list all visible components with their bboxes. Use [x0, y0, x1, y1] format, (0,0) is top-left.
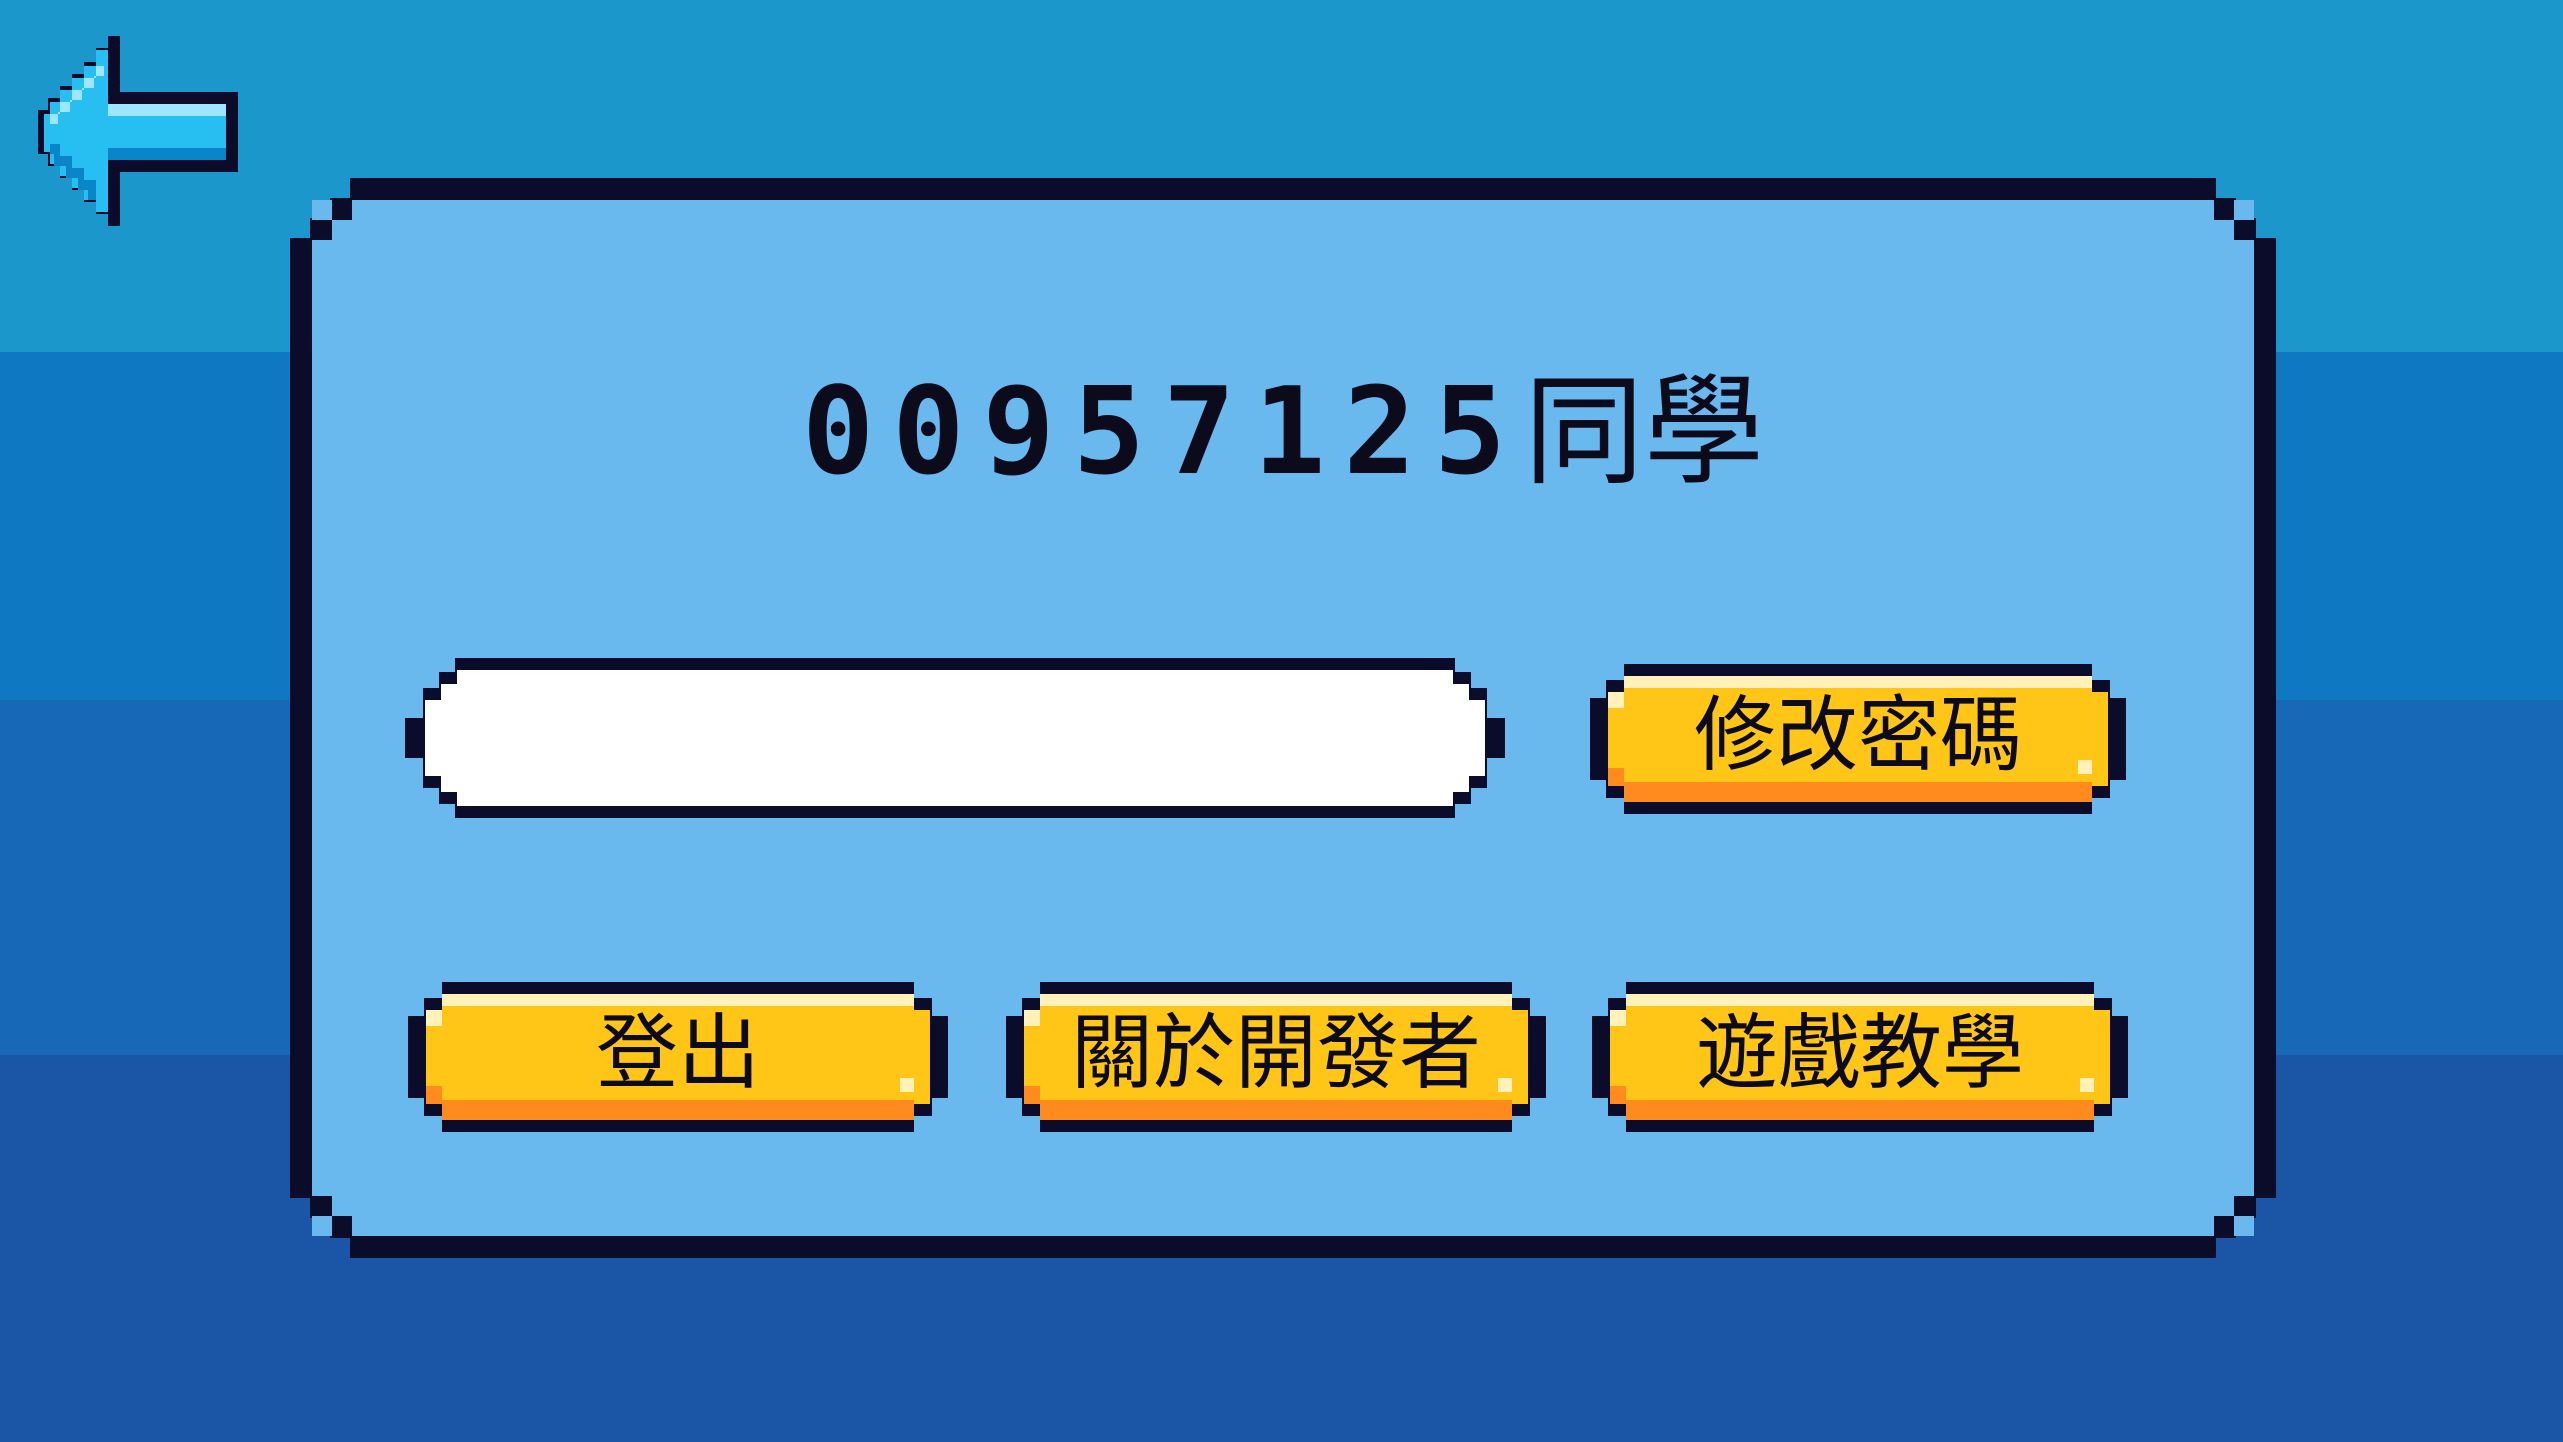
- password-input[interactable]: [445, 688, 1459, 790]
- logout-label: 登出: [595, 1006, 760, 1101]
- profile-panel: 00957125同學 修改密碼 登出 關於開發者 遊戲教學: [290, 178, 2276, 1258]
- student-greeting: 00957125同學: [290, 363, 2276, 503]
- logout-button[interactable]: 登出: [408, 982, 948, 1132]
- about-developer-button[interactable]: 關於開發者: [1006, 982, 1546, 1132]
- pixel-left-arrow-icon: [38, 36, 238, 226]
- back-button[interactable]: [38, 36, 248, 226]
- about-developer-label: 關於開發者: [1070, 1006, 1481, 1101]
- game-tutorial-button[interactable]: 遊戲教學: [1592, 982, 2128, 1132]
- password-field-wrapper: [405, 658, 1505, 818]
- change-password-button[interactable]: 修改密碼: [1590, 664, 2126, 814]
- change-password-label: 修改密碼: [1693, 688, 2022, 783]
- student-id: 00957125: [802, 363, 1524, 502]
- game-tutorial-label: 遊戲教學: [1695, 1006, 2024, 1101]
- student-suffix: 同學: [1523, 363, 1764, 502]
